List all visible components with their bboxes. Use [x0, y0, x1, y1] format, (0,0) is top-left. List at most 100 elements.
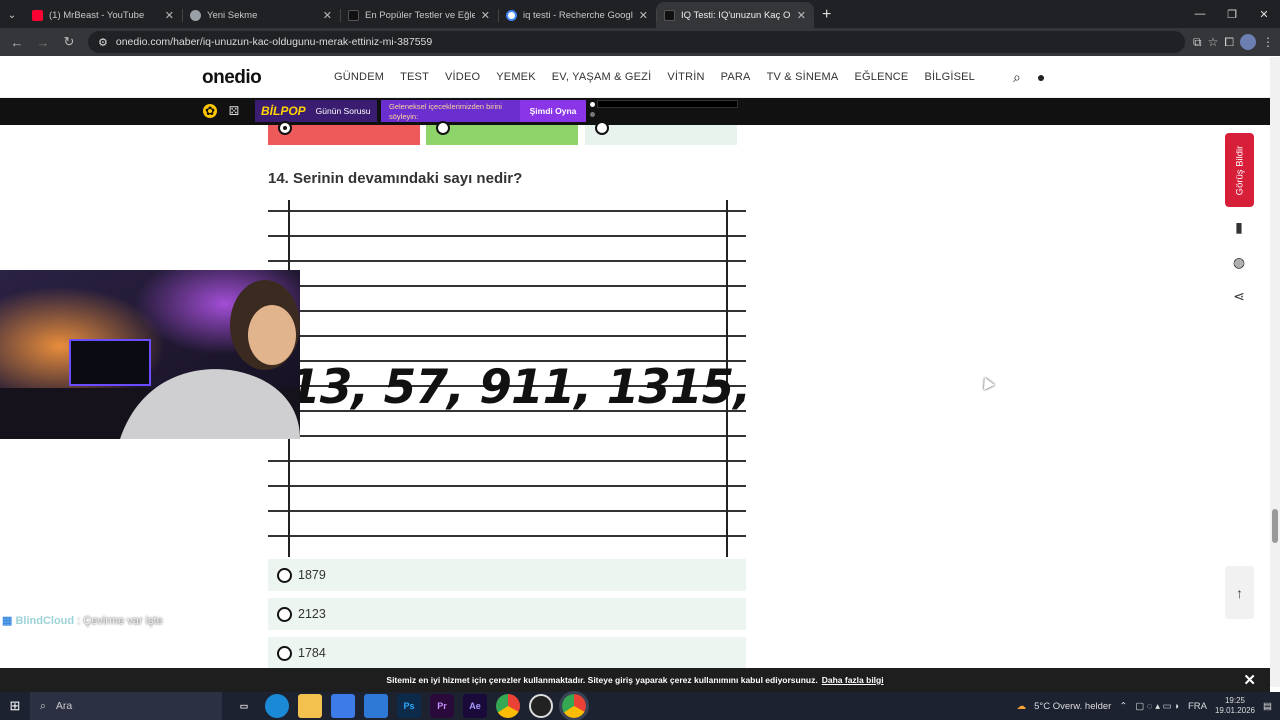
- chat-username: BlindCloud: [15, 615, 75, 627]
- chrome-active-icon[interactable]: [559, 691, 589, 720]
- nav-item-gundem[interactable]: GÜNDEM: [334, 71, 384, 83]
- nav-item-eglence[interactable]: EĞLENCE: [854, 71, 908, 83]
- nav-item-tv-sinema[interactable]: TV & SİNEMA: [767, 71, 839, 83]
- restore-icon[interactable]: ❐: [1216, 0, 1248, 28]
- play-now-button[interactable]: Şimdi Oyna: [520, 100, 586, 122]
- browser-tab-youtube[interactable]: (1) MrBeast - YouTube ✕: [24, 2, 182, 28]
- previous-answer-wrong[interactable]: [268, 121, 420, 145]
- menu-dots-icon[interactable]: ⋮: [1262, 35, 1274, 49]
- main-nav: GÜNDEM TEST VİDEO YEMEK EV, YAŞAM & GEZİ…: [334, 71, 975, 83]
- close-tab-icon[interactable]: ✕: [797, 9, 806, 22]
- page-scrollbar[interactable]: [1270, 57, 1280, 687]
- close-tab-icon[interactable]: ✕: [639, 9, 648, 22]
- forward-icon[interactable]: →: [32, 31, 54, 53]
- browser-tab-iq-test[interactable]: IQ Testi: IQ'unuzun Kaç Olduğu ✕: [656, 2, 814, 28]
- cookie-close-icon[interactable]: ✕: [1243, 671, 1256, 689]
- language-indicator[interactable]: FRA: [1188, 701, 1207, 712]
- webcam-overlay: [0, 270, 300, 439]
- obs-icon[interactable]: [529, 694, 553, 718]
- browser-tab-google[interactable]: iq testi - Recherche Google ✕: [498, 2, 656, 28]
- bilpop-logo[interactable]: BİLPOP Günün Sorusu: [255, 100, 377, 122]
- browser-tab-new[interactable]: Yeni Sekme ✕: [182, 2, 340, 28]
- site-header: onedio GÜNDEM TEST VİDEO YEMEK EV, YAŞAM…: [0, 57, 1270, 98]
- tray-chevron-icon[interactable]: ⌃: [1119, 701, 1127, 712]
- scroll-to-top-button[interactable]: ↑: [1225, 566, 1254, 619]
- nav-item-para[interactable]: PARA: [721, 71, 751, 83]
- browser-tab-onedio-tests[interactable]: En Popüler Testler ve Eğlenceli ✕: [340, 2, 498, 28]
- nav-item-ev-yasam-gezi[interactable]: EV, YAŞAM & GEZİ: [552, 71, 652, 83]
- weather-text[interactable]: 5°C Overw. helder: [1034, 701, 1111, 712]
- bilpop-label: Günün Sorusu: [315, 106, 371, 116]
- scrollbar-thumb[interactable]: [1272, 509, 1278, 543]
- premiere-icon[interactable]: Pr: [430, 694, 454, 718]
- close-tab-icon[interactable]: ✕: [323, 9, 332, 22]
- photoshop-icon[interactable]: Ps: [397, 694, 421, 718]
- previous-answer-neutral[interactable]: [585, 121, 737, 145]
- chrome-icon: [190, 9, 201, 21]
- bilpop-banner: ✿ ⚄ BİLPOP Günün Sorusu Geleneksel içece…: [0, 98, 1270, 125]
- tab-title: (1) MrBeast - YouTube: [49, 9, 145, 21]
- new-tab-button[interactable]: +: [814, 2, 839, 28]
- game-icon[interactable]: ✿: [203, 104, 217, 118]
- bookmark-star-icon[interactable]: ☆: [1208, 35, 1219, 49]
- chrome-icon[interactable]: [496, 694, 520, 718]
- feedback-label: Görüş Bildir: [1234, 145, 1245, 195]
- tab-title: iq testi - Recherche Google: [523, 9, 633, 21]
- chat-badge-icon: ▦: [2, 615, 13, 627]
- answer-option-2[interactable]: 2123: [268, 598, 746, 630]
- install-icon[interactable]: ⧉: [1193, 35, 1202, 50]
- task-view-icon[interactable]: ▭: [232, 694, 256, 718]
- tab-search-icon[interactable]: ⌄: [0, 2, 24, 28]
- profile-avatar[interactable]: [1240, 34, 1256, 50]
- onedio-logo[interactable]: onedio: [202, 67, 262, 89]
- youtube-icon: [32, 9, 43, 21]
- clock-time: 19:25: [1224, 696, 1245, 705]
- nav-item-bilgisel[interactable]: BİLGİSEL: [924, 71, 975, 83]
- share-icon[interactable]: ⋖: [1225, 282, 1253, 310]
- clock[interactable]: 19:25 19.01.2026: [1215, 696, 1255, 716]
- nav-item-vitrin[interactable]: VİTRİN: [667, 71, 704, 83]
- search-icon[interactable]: ⌕: [1013, 69, 1021, 86]
- taskbar-search[interactable]: ⌕ Ara: [30, 692, 222, 720]
- site-info-icon[interactable]: ⚙: [98, 36, 108, 49]
- close-tab-icon[interactable]: ✕: [165, 9, 174, 22]
- chat-message-text: : Çevirme var işte: [77, 615, 163, 627]
- store-icon[interactable]: [331, 694, 355, 718]
- answer-option-3[interactable]: 1784: [268, 637, 746, 669]
- back-icon[interactable]: ←: [6, 31, 28, 53]
- previous-answer-correct[interactable]: [426, 121, 578, 145]
- tab-title: IQ Testi: IQ'unuzun Kaç Olduğu: [681, 9, 791, 21]
- radio: [277, 567, 292, 583]
- tray-icons[interactable]: ▢ ◌ ▴ ▭ ◗: [1135, 701, 1180, 712]
- reload-icon[interactable]: ↻: [58, 31, 80, 53]
- address-bar-row: ← → ↻ ⚙ onedio.com/haber/iq-unuzun-kac-o…: [0, 28, 1280, 56]
- after-effects-icon[interactable]: Ae: [463, 694, 487, 718]
- feedback-button[interactable]: Görüş Bildir: [1225, 133, 1254, 207]
- dice-icon[interactable]: ⚄: [227, 104, 241, 118]
- mouse-cursor: [979, 374, 995, 391]
- bilpop-progress: [597, 100, 738, 108]
- bookmark-icon[interactable]: ▮: [1225, 213, 1253, 241]
- close-window-icon[interactable]: ✕: [1248, 0, 1280, 28]
- nav-item-test[interactable]: TEST: [400, 71, 429, 83]
- option-label: 2123: [298, 607, 326, 621]
- nav-item-yemek[interactable]: YEMEK: [496, 71, 536, 83]
- nav-item-video[interactable]: VİDEO: [445, 71, 480, 83]
- carousel-dots[interactable]: [590, 102, 595, 122]
- minimize-icon[interactable]: —: [1184, 0, 1216, 28]
- notifications-icon[interactable]: ▤: [1263, 701, 1272, 712]
- option-label: 1784: [298, 646, 326, 660]
- comments-icon[interactable]: ◍: [1225, 248, 1253, 276]
- extensions-icon[interactable]: ⧠: [1224, 35, 1234, 50]
- file-explorer-icon[interactable]: [298, 694, 322, 718]
- cookie-text: Sitemiz en iyi hizmet için çerezler kull…: [386, 675, 818, 685]
- user-icon[interactable]: ●: [1037, 69, 1045, 86]
- windows-start-icon[interactable]: ⊞: [0, 698, 30, 714]
- url-field[interactable]: ⚙ onedio.com/haber/iq-unuzun-kac-oldugun…: [88, 31, 1186, 53]
- cookie-more-info-link[interactable]: Daha fazla bilgi: [822, 675, 884, 685]
- close-tab-icon[interactable]: ✕: [481, 9, 490, 22]
- edge-icon[interactable]: [265, 694, 289, 718]
- radio: [277, 606, 292, 622]
- answer-option-1[interactable]: 1879: [268, 559, 746, 591]
- mail-icon[interactable]: [364, 694, 388, 718]
